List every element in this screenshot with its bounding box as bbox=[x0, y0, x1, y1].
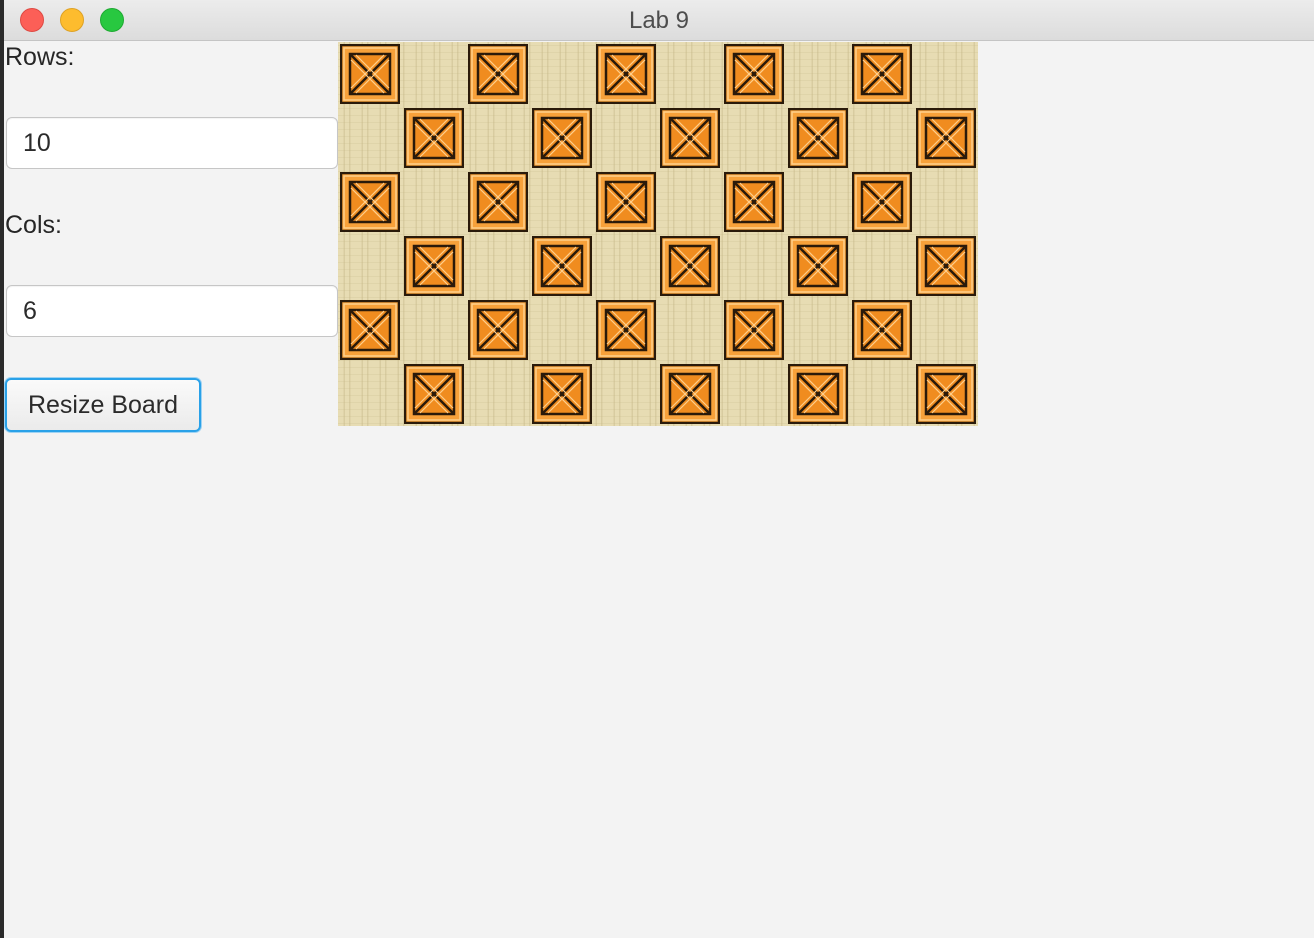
wooden-crate-icon bbox=[532, 236, 592, 296]
board-cell-floor bbox=[466, 362, 530, 426]
board-cell-crate bbox=[466, 42, 530, 106]
wooden-crate-icon bbox=[916, 364, 976, 424]
wooden-crate-icon bbox=[340, 300, 400, 360]
board-cell-floor bbox=[594, 362, 658, 426]
board-cell-crate bbox=[722, 298, 786, 362]
wooden-crate-icon bbox=[340, 172, 400, 232]
board-cell-crate bbox=[658, 106, 722, 170]
board-cell-crate bbox=[466, 170, 530, 234]
board-cell-crate bbox=[338, 298, 402, 362]
game-board bbox=[338, 42, 978, 426]
board-cell-floor bbox=[722, 234, 786, 298]
board-cell-crate bbox=[338, 42, 402, 106]
board-cell-floor bbox=[402, 42, 466, 106]
board-cell-floor bbox=[722, 362, 786, 426]
board-cell-crate bbox=[786, 234, 850, 298]
wooden-crate-icon bbox=[916, 236, 976, 296]
wooden-crate-icon bbox=[660, 236, 720, 296]
wooden-crate-icon bbox=[340, 44, 400, 104]
board-cell-floor bbox=[402, 170, 466, 234]
wooden-crate-icon bbox=[852, 172, 912, 232]
board-cell-crate bbox=[658, 234, 722, 298]
wooden-crate-icon bbox=[852, 300, 912, 360]
board-cell-crate bbox=[594, 42, 658, 106]
board-cell-floor bbox=[786, 170, 850, 234]
wooden-crate-icon bbox=[404, 364, 464, 424]
board-cell-floor bbox=[786, 298, 850, 362]
board-cell-crate bbox=[530, 106, 594, 170]
board-cell-floor bbox=[530, 42, 594, 106]
board-cell-floor bbox=[466, 106, 530, 170]
wooden-crate-icon bbox=[596, 44, 656, 104]
board-cell-floor bbox=[914, 298, 978, 362]
board-cell-floor bbox=[402, 298, 466, 362]
board-cell-floor bbox=[594, 106, 658, 170]
board-cell-crate bbox=[594, 170, 658, 234]
board-cell-crate bbox=[530, 362, 594, 426]
board-cell-floor bbox=[914, 170, 978, 234]
wooden-crate-icon bbox=[724, 44, 784, 104]
wooden-crate-icon bbox=[468, 300, 528, 360]
board-cell-floor bbox=[658, 170, 722, 234]
wooden-crate-icon bbox=[404, 108, 464, 168]
wooden-crate-icon bbox=[724, 172, 784, 232]
wooden-crate-icon bbox=[724, 300, 784, 360]
cols-input[interactable] bbox=[6, 285, 338, 337]
board-cell-crate bbox=[722, 170, 786, 234]
board-cell-floor bbox=[850, 234, 914, 298]
board-cell-floor bbox=[530, 298, 594, 362]
board-cell-crate bbox=[530, 234, 594, 298]
window-title: Lab 9 bbox=[628, 7, 690, 34]
resize-board-button[interactable]: Resize Board bbox=[5, 378, 201, 432]
board-cell-crate bbox=[786, 362, 850, 426]
wooden-crate-icon bbox=[532, 364, 592, 424]
board-cell-crate bbox=[338, 170, 402, 234]
wooden-crate-icon bbox=[468, 44, 528, 104]
board-cell-crate bbox=[402, 362, 466, 426]
board-cell-floor bbox=[850, 106, 914, 170]
wooden-crate-icon bbox=[788, 236, 848, 296]
board-cell-crate bbox=[594, 298, 658, 362]
board-cell-crate bbox=[850, 170, 914, 234]
board-cell-floor bbox=[722, 106, 786, 170]
cols-label: Cols: bbox=[5, 211, 62, 239]
wooden-crate-icon bbox=[788, 108, 848, 168]
board-cell-crate bbox=[658, 362, 722, 426]
board-cell-floor bbox=[914, 42, 978, 106]
board-cell-floor bbox=[338, 106, 402, 170]
wooden-crate-icon bbox=[596, 300, 656, 360]
board-cell-crate bbox=[914, 362, 978, 426]
board-cell-floor bbox=[658, 298, 722, 362]
wooden-crate-icon bbox=[852, 44, 912, 104]
wooden-crate-icon bbox=[468, 172, 528, 232]
rows-label: Rows: bbox=[5, 43, 75, 71]
board-cell-crate bbox=[466, 298, 530, 362]
rows-input[interactable] bbox=[6, 117, 338, 169]
title-bar: Lab 9 bbox=[4, 0, 1314, 41]
wooden-crate-icon bbox=[404, 236, 464, 296]
wooden-crate-icon bbox=[916, 108, 976, 168]
board-cell-crate bbox=[722, 42, 786, 106]
board-cell-crate bbox=[850, 42, 914, 106]
board-cell-floor bbox=[850, 362, 914, 426]
wooden-crate-icon bbox=[660, 364, 720, 424]
wooden-crate-icon bbox=[788, 364, 848, 424]
board-cell-floor bbox=[338, 234, 402, 298]
wooden-crate-icon bbox=[596, 172, 656, 232]
board-cell-crate bbox=[914, 106, 978, 170]
board-cell-crate bbox=[850, 298, 914, 362]
board-cell-floor bbox=[594, 234, 658, 298]
board-cell-floor bbox=[530, 170, 594, 234]
board-cell-floor bbox=[466, 234, 530, 298]
board-cell-floor bbox=[786, 42, 850, 106]
board-cell-floor bbox=[658, 42, 722, 106]
board-cell-crate bbox=[786, 106, 850, 170]
wooden-crate-icon bbox=[532, 108, 592, 168]
wooden-crate-icon bbox=[660, 108, 720, 168]
board-cell-crate bbox=[402, 234, 466, 298]
app-window: Lab 9 Rows: Cols: Resize Board bbox=[0, 0, 1314, 938]
board-cell-floor bbox=[338, 362, 402, 426]
board-cell-crate bbox=[914, 234, 978, 298]
board-cell-crate bbox=[402, 106, 466, 170]
